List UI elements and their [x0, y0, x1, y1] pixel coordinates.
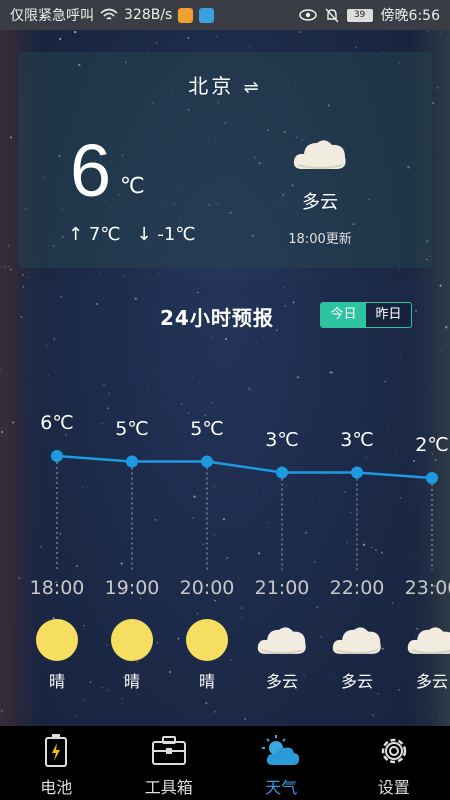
- hourly-temp: 5℃: [190, 417, 224, 440]
- hourly-temp: 5℃: [115, 417, 149, 440]
- hourly-condition: 晴: [48, 672, 65, 691]
- hourly-time: 19:00: [104, 577, 160, 599]
- hourly-condition: 晴: [123, 672, 140, 691]
- hourly-temp: 3℃: [265, 428, 299, 451]
- hourly-time: 18:00: [29, 577, 85, 599]
- nav-battery[interactable]: 电池: [0, 726, 113, 800]
- hourly-time: 21:00: [254, 577, 310, 599]
- hourly-temp: 2℃: [415, 434, 449, 456]
- nav-label: 天气: [265, 778, 298, 797]
- hourly-time: 20:00: [179, 577, 235, 599]
- cloud-icon: [256, 622, 308, 662]
- hourly-condition: 晴: [198, 672, 215, 691]
- nav-toolbox[interactable]: 工具箱: [113, 726, 226, 800]
- nav-label: 工具箱: [144, 778, 193, 797]
- hourly-time: 23:00: [404, 577, 450, 599]
- hourly-condition: 多云: [415, 672, 448, 691]
- bottom-navigation: 电池 工具箱 天气 设置: [0, 726, 450, 800]
- sun-icon: [185, 618, 229, 666]
- cloud-icon: [331, 622, 383, 662]
- sun-icon: [110, 618, 154, 666]
- toolbox-icon: [151, 736, 186, 765]
- weather-icon: [262, 735, 300, 765]
- battery-icon: [45, 734, 68, 767]
- nav-settings[interactable]: 设置: [338, 726, 450, 800]
- nav-label: 设置: [377, 778, 410, 797]
- hourly-time: 22:00: [329, 577, 385, 599]
- cloud-icon: [406, 622, 450, 662]
- hourly-condition: 多云: [265, 672, 298, 691]
- nav-label: 电池: [40, 778, 73, 797]
- hourly-forecast-list: 6℃ 18:00 晴 5℃ 19:00 晴 5℃ 20:00 晴 3℃ 21:00 多云 3℃ 22:00…: [0, 0, 450, 726]
- hourly-temp: 3℃: [340, 428, 374, 451]
- sun-icon: [35, 618, 79, 666]
- gear-icon: [381, 738, 406, 764]
- hourly-condition: 多云: [340, 672, 373, 691]
- nav-weather[interactable]: 天气: [225, 726, 338, 800]
- hourly-temp: 6℃: [40, 412, 74, 434]
